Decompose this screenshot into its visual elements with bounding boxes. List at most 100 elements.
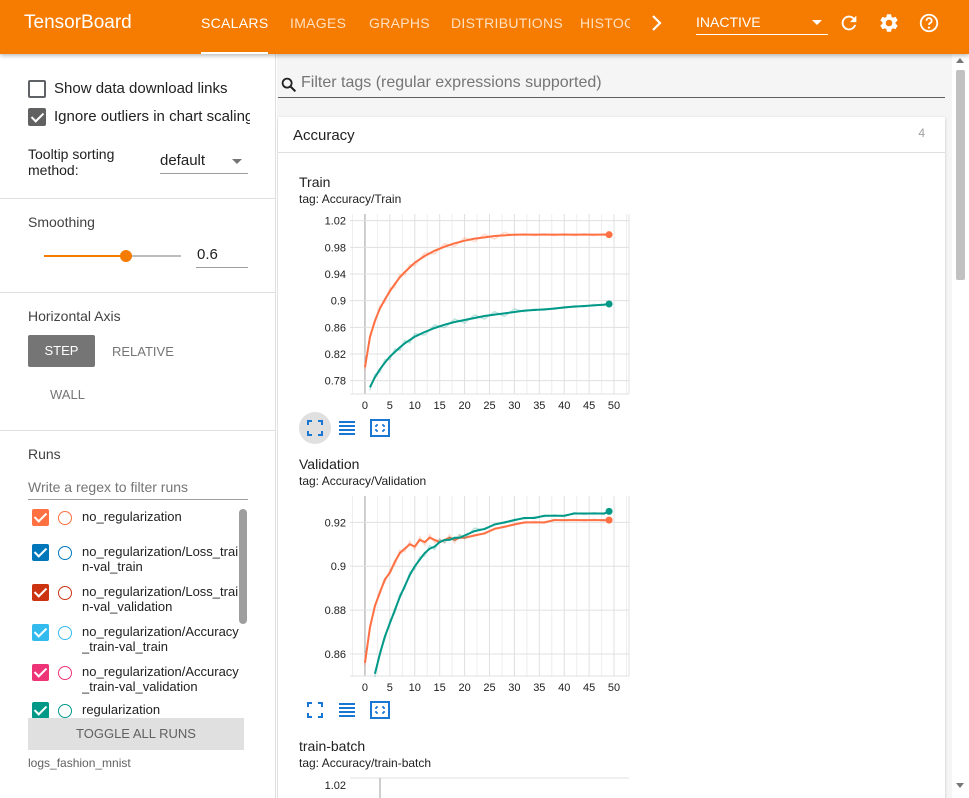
chart-train-plot[interactable]: 0 5 10 15 20 25 30 35 40 45 50 1.02 0.98 0.94 0.9 0.86 0… (299, 208, 639, 418)
card-header[interactable]: Accuracy 4 (278, 117, 945, 153)
scroll-down-icon[interactable] (956, 783, 964, 788)
tab-graphs[interactable]: GRAPHS (369, 0, 430, 54)
smoothing-input[interactable]: 0.6 (196, 244, 248, 268)
chevron-right-icon[interactable] (648, 13, 666, 33)
y-tick-label: 0.88 (325, 605, 346, 617)
scrollbar-thumb[interactable] (956, 70, 965, 280)
run-color-circle[interactable] (58, 586, 72, 600)
reload-icon[interactable] (838, 12, 860, 34)
scroll-up-icon[interactable] (956, 58, 964, 63)
run-name: no_regularization (82, 509, 182, 524)
fit-domain-icon[interactable] (370, 419, 390, 437)
runs-scrollbar[interactable] (239, 509, 247, 624)
status-dropdown[interactable]: INACTIVE (696, 11, 828, 35)
y-tick-label: 0.86 (325, 649, 346, 661)
tab-histograms[interactable]: HISTOG (580, 0, 630, 54)
run-checkbox[interactable] (32, 702, 49, 719)
smoothing-slider-track[interactable] (44, 250, 181, 262)
series-line (373, 510, 610, 675)
x-tick-label: 40 (558, 682, 570, 694)
fullscreen-icon[interactable] (307, 702, 323, 718)
axis-step-button[interactable]: STEP (28, 335, 95, 367)
show-download-checkbox[interactable] (28, 80, 46, 98)
gear-icon[interactable] (878, 12, 900, 34)
top-bar: TensorBoard SCALARS IMAGES GRAPHS DISTRI… (0, 0, 969, 54)
run-name: no_regularization/Accuracy_train-val_tra… (82, 624, 239, 654)
run-checkbox[interactable] (32, 509, 49, 526)
run-color-circle[interactable] (58, 704, 72, 718)
run-color-circle[interactable] (58, 666, 72, 680)
axis-relative-button[interactable]: RELATIVE (112, 344, 174, 359)
chart-title: Train (299, 174, 331, 190)
run-checkbox[interactable] (32, 664, 49, 681)
tab-scalars[interactable]: SCALARS (201, 0, 269, 54)
data-list-icon[interactable] (339, 420, 355, 436)
y-tick-label: 0.9 (331, 296, 346, 308)
divider (0, 198, 276, 199)
runs-filter-input[interactable]: Write a regex to filter runs (28, 476, 248, 500)
ignore-outliers-checkbox[interactable] (28, 108, 46, 126)
app-title: TensorBoard (24, 12, 132, 33)
run-item[interactable]: no_regularization/Accuracy_train-val_tra… (32, 624, 242, 664)
page-scrollbar[interactable] (952, 54, 969, 798)
smoothing-label: Smoothing (28, 214, 95, 230)
series-raw-line (374, 509, 610, 677)
toggle-all-runs-button[interactable]: TOGGLE ALL RUNS (28, 718, 244, 750)
x-tick-label: 35 (533, 400, 545, 412)
x-tick-label: 5 (387, 682, 393, 694)
run-checkbox[interactable] (32, 624, 49, 641)
y-tick-label: 0.98 (325, 242, 346, 254)
y-tick-label: 0.86 (325, 322, 346, 334)
smoothing-slider-knob[interactable] (120, 250, 133, 262)
y-tick-label: 0.78 (325, 376, 346, 388)
show-download-label: Show data download links (54, 80, 228, 97)
smoothing-value: 0.6 (197, 246, 218, 263)
chart-train-batch: train-batch tag: Accuracy/train-batch 1.… (299, 738, 639, 798)
x-tick-label: 45 (583, 400, 595, 412)
filter-tags-input[interactable]: Filter tags (regular expressions support… (301, 74, 602, 92)
fit-domain-icon[interactable] (370, 701, 390, 719)
x-tick-label: 50 (608, 400, 620, 412)
tooltip-sorting-label: Tooltip sorting method: (28, 146, 115, 178)
smoothing-slider-fill (44, 255, 127, 257)
x-tick-label: 20 (458, 400, 470, 412)
main-panel: Filter tags (regular expressions support… (277, 54, 969, 798)
divider (0, 292, 276, 293)
run-name: no_regularization/Loss_train-val_validat… (82, 584, 239, 614)
chart-validation: Validation tag: Accuracy/Validation 0 5 10… (299, 456, 639, 726)
x-tick-label: 10 (409, 682, 421, 694)
run-checkbox[interactable] (32, 584, 49, 601)
x-tick-label: 25 (483, 682, 495, 694)
chart-train-batch-plot[interactable]: 1.02 (299, 772, 639, 798)
tooltip-sorting-select[interactable]: default (160, 150, 248, 174)
data-list-icon[interactable] (339, 702, 355, 718)
run-item[interactable]: no_regularization/Loss_train-val_train (32, 544, 242, 584)
run-color-circle[interactable] (58, 546, 72, 560)
x-tick-label: 45 (583, 682, 595, 694)
run-item[interactable]: no_regularization (32, 509, 242, 549)
x-tick-label: 0 (362, 682, 368, 694)
x-tick-label: 20 (458, 682, 470, 694)
series-endpoint (605, 231, 613, 239)
tab-distributions[interactable]: DISTRIBUTIONS (451, 0, 563, 54)
status-value: INACTIVE (696, 14, 761, 30)
x-tick-label: 15 (434, 682, 446, 694)
tooltip-sorting-value: default (160, 152, 206, 169)
run-item[interactable]: no_regularization/Loss_train-val_validat… (32, 584, 242, 624)
run-color-circle[interactable] (58, 626, 72, 640)
x-tick-label: 5 (387, 400, 393, 412)
axis-wall-button[interactable]: WALL (50, 387, 85, 402)
run-color-circle[interactable] (58, 511, 72, 525)
ignore-outliers-label: Ignore outliers in chart scaling (54, 108, 250, 125)
run-checkbox[interactable] (32, 544, 49, 561)
chart-validation-plot[interactable]: 0 5 10 15 20 25 30 35 40 45 50 0.92 0.9 0.88 0.86 (299, 490, 639, 700)
sidebar: Show data download links Ignore outliers… (0, 54, 276, 798)
help-icon[interactable] (918, 12, 940, 34)
x-tick-label: 50 (608, 682, 620, 694)
tab-images[interactable]: IMAGES (290, 0, 346, 54)
card-count: 4 (918, 126, 925, 140)
y-tick-label: 1.02 (325, 216, 346, 228)
x-tick-label: 15 (434, 400, 446, 412)
run-item[interactable]: no_regularization/Accuracy_train-val_val… (32, 664, 242, 704)
filter-underline (278, 97, 945, 98)
